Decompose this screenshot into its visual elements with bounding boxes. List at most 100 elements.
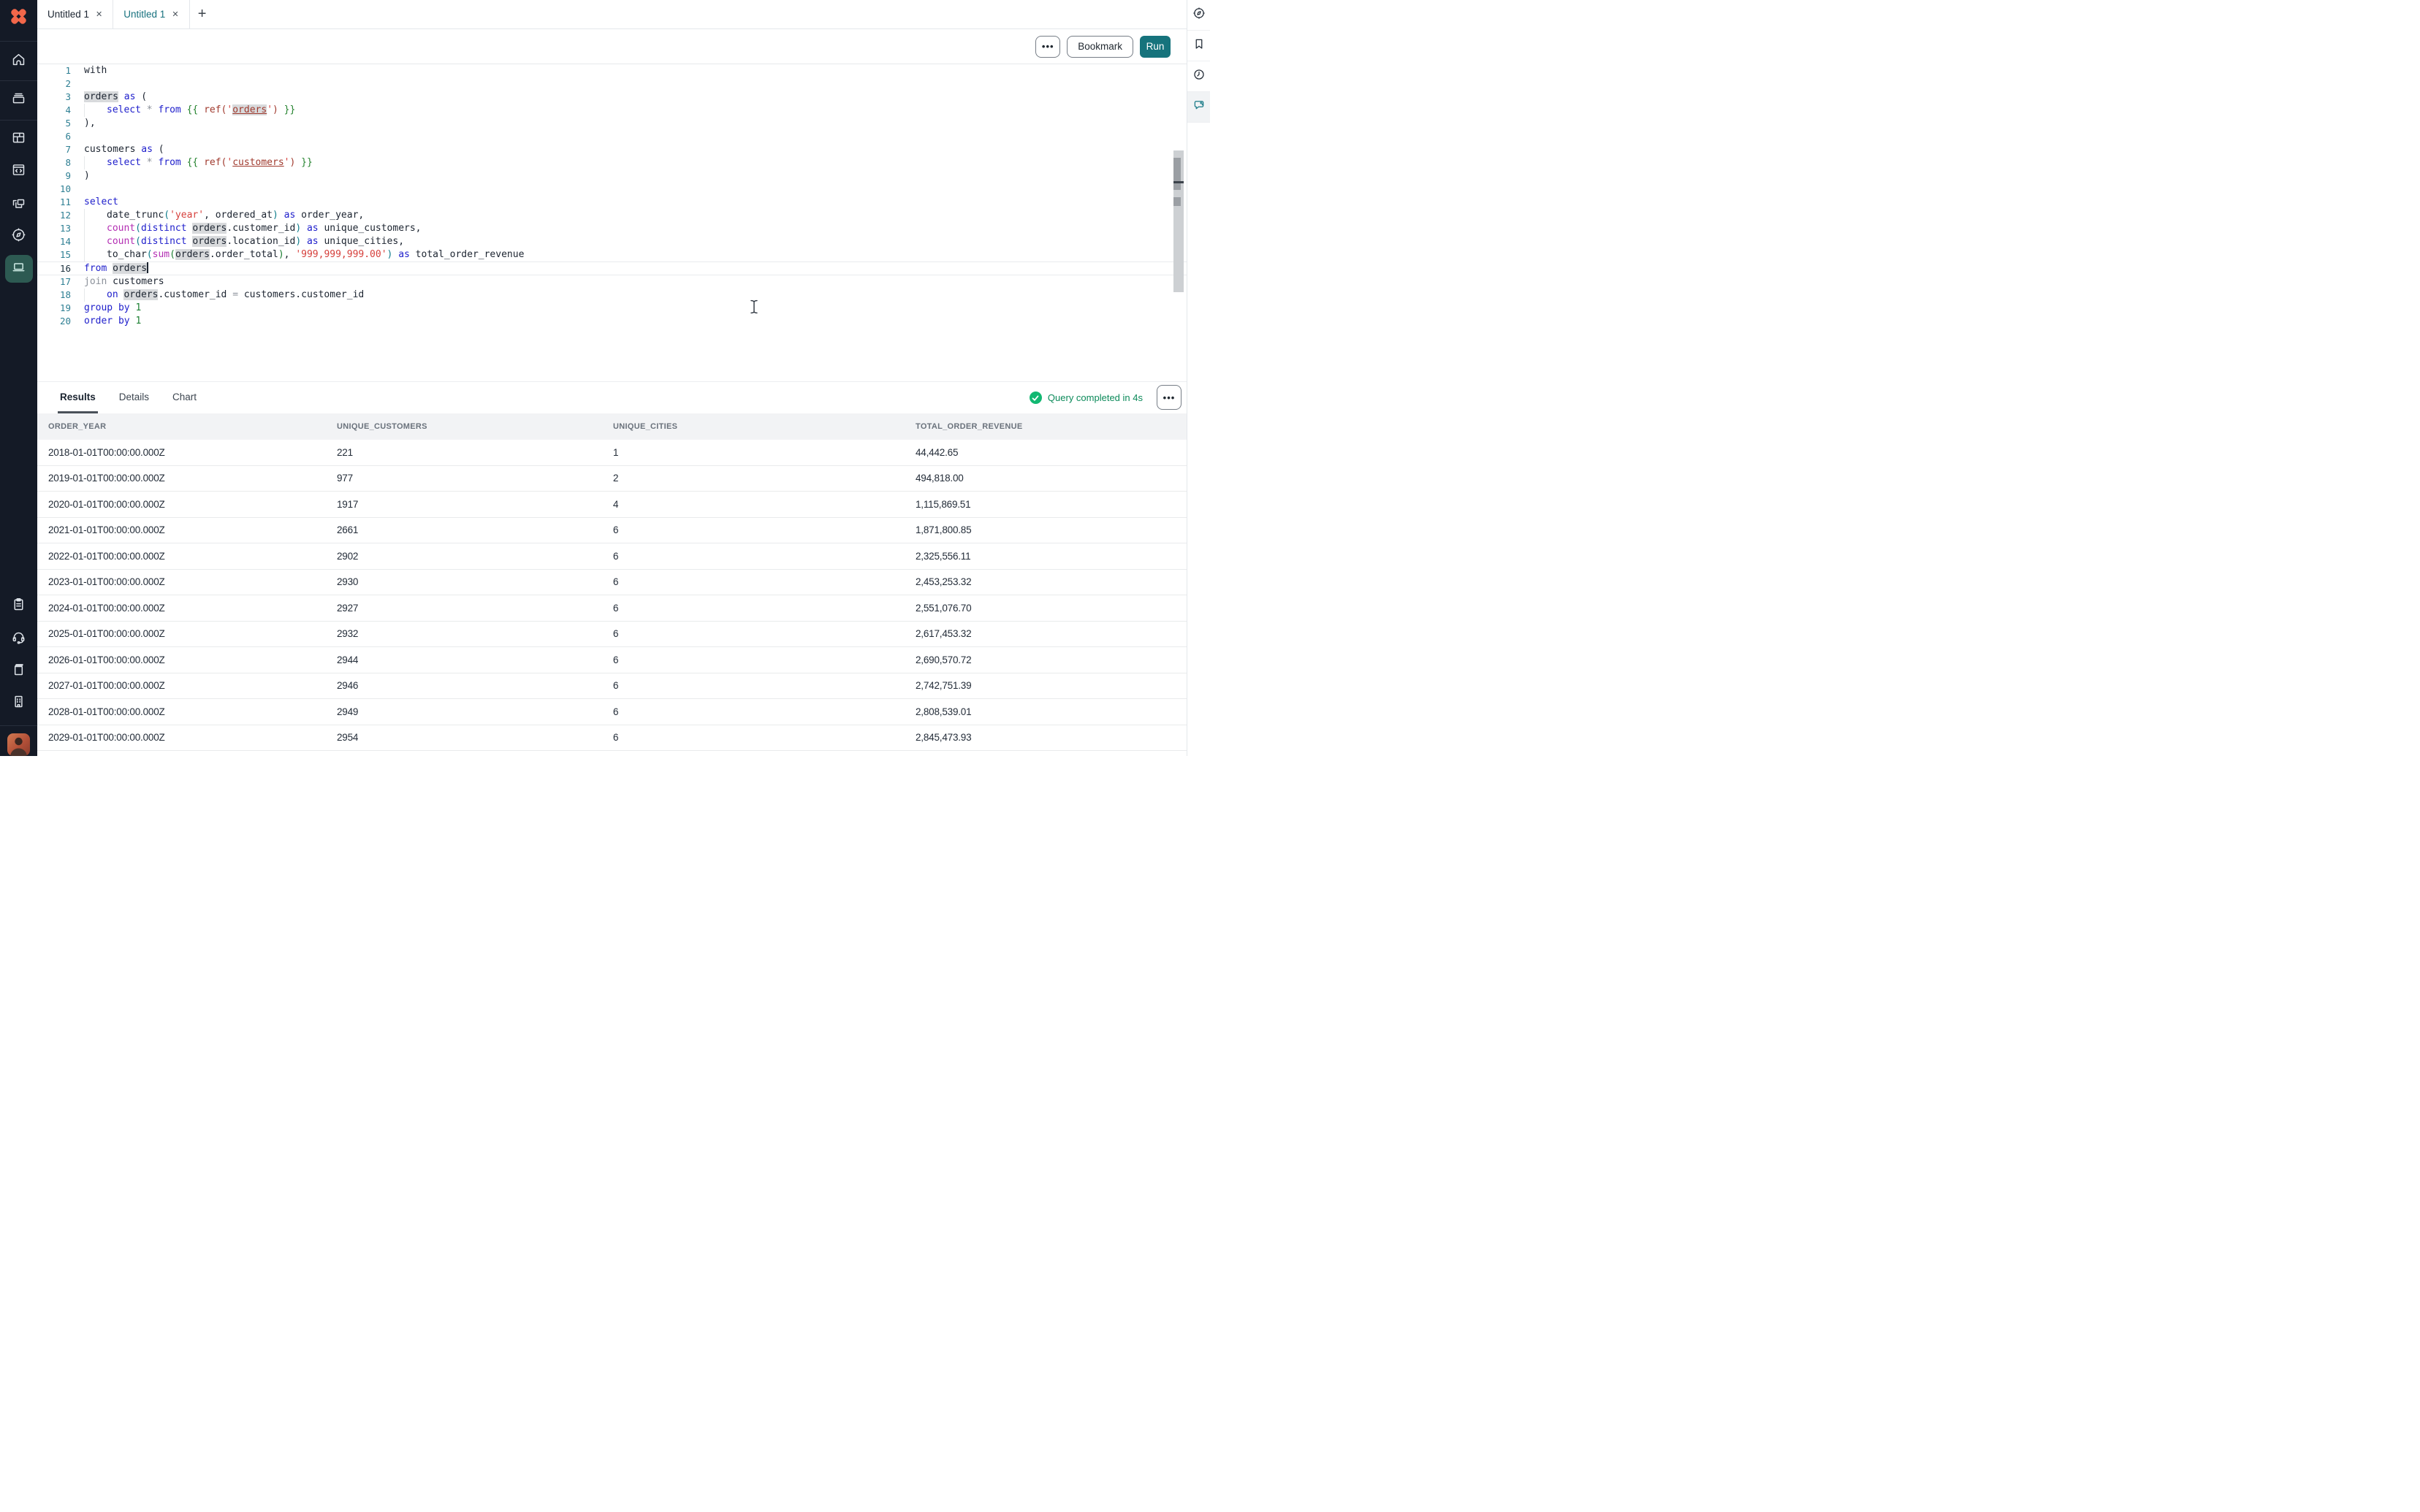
more-options-button[interactable]: ••• (1035, 36, 1060, 58)
text-caret (147, 262, 148, 273)
right-sidebar-item-bookmark[interactable] (1187, 31, 1210, 61)
column-header-unique_customers[interactable]: UNIQUE_CUSTOMERS (326, 422, 602, 431)
sql-editor[interactable]: 1with23orders as (4select * from {{ ref(… (37, 64, 1187, 381)
code-line-11[interactable]: 11select (37, 196, 1187, 209)
table-row[interactable]: 2024-01-01T00:00:00.000Z292762,551,076.7… (37, 595, 1187, 622)
table-cell: 2029-01-01T00:00:00.000Z (37, 732, 326, 743)
sidebar-item-compass[interactable] (5, 223, 33, 251)
line-number: 9 (37, 169, 71, 183)
paradime-x-logo-icon[interactable] (7, 5, 30, 28)
sidebar-item-building[interactable] (5, 690, 33, 717)
sidebar-item-headset[interactable] (5, 625, 33, 653)
code-line-10[interactable]: 10 (37, 183, 1187, 196)
run-button[interactable]: Run (1140, 36, 1171, 58)
scrollbar-thumb[interactable] (1173, 158, 1181, 190)
right-sidebar-item-assistant-chat[interactable] (1187, 92, 1210, 123)
code-line-9[interactable]: 9) (37, 169, 1187, 183)
scrollbar-cursor-marker (1173, 181, 1184, 183)
code-line-20[interactable]: 20order by 1 (37, 315, 1187, 328)
table-row[interactable]: 2020-01-01T00:00:00.000Z191741,115,869.5… (37, 492, 1187, 518)
line-number: 14 (37, 235, 71, 248)
right-sidebar-item-compass[interactable] (1187, 0, 1210, 31)
table-cell: 6 (602, 576, 905, 587)
close-icon[interactable]: ✕ (96, 9, 102, 19)
table-cell: 2020-01-01T00:00:00.000Z (37, 499, 326, 510)
table-row[interactable]: 2025-01-01T00:00:00.000Z293262,617,453.3… (37, 622, 1187, 648)
right-sidebar-item-history[interactable] (1187, 61, 1210, 92)
table-cell: 2026-01-01T00:00:00.000Z (37, 654, 326, 665)
table-row[interactable]: 2022-01-01T00:00:00.000Z290262,325,556.1… (37, 543, 1187, 570)
results-more-button[interactable]: ••• (1157, 385, 1182, 410)
document-tab-2[interactable]: Untitled 1 ✕ (113, 0, 189, 28)
table-cell: 2018-01-01T00:00:00.000Z (37, 447, 326, 458)
user-avatar[interactable] (7, 733, 30, 756)
code-line-3[interactable]: 3orders as ( (37, 91, 1187, 104)
code-line-7[interactable]: 7customers as ( (37, 143, 1187, 156)
table-row[interactable]: 2028-01-01T00:00:00.000Z294962,808,539.0… (37, 699, 1187, 725)
sidebar-item-code-window[interactable] (5, 158, 33, 186)
results-tab-results[interactable]: Results (58, 382, 98, 413)
code-line-4[interactable]: 4select * from {{ ref('orders') }} (37, 104, 1187, 117)
headset-icon (11, 630, 26, 649)
code-line-12[interactable]: 12date_trunc('year', ordered_at) as orde… (37, 209, 1187, 222)
code-line-16[interactable]: 16from orders (37, 261, 1187, 275)
line-number: 4 (37, 104, 71, 117)
code-line-19[interactable]: 19group by 1 (37, 302, 1187, 315)
tab-label: Untitled 1 (47, 9, 89, 20)
line-number: 18 (37, 289, 71, 302)
column-header-unique_cities[interactable]: UNIQUE_CITIES (602, 422, 905, 431)
results-tab-chart[interactable]: Chart (170, 382, 199, 413)
code-line-6[interactable]: 6 (37, 130, 1187, 143)
history-icon (1192, 68, 1206, 85)
code-line-5[interactable]: 5), (37, 117, 1187, 130)
table-row[interactable]: 2030-01-01T00:00:00.000Z287961,841,049.3… (37, 751, 1187, 757)
code-line-14[interactable]: 14count(distinct orders.location_id) as … (37, 235, 1187, 248)
table-row[interactable]: 2018-01-01T00:00:00.000Z221144,442.65 (37, 440, 1187, 466)
table-row[interactable]: 2019-01-01T00:00:00.000Z9772494,818.00 (37, 466, 1187, 492)
code-line-18[interactable]: 18on orders.customer_id = customers.cust… (37, 289, 1187, 302)
code-line-2[interactable]: 2 (37, 77, 1187, 91)
column-header-total_order_revenue[interactable]: TOTAL_ORDER_REVENUE (905, 422, 1187, 431)
table-row[interactable]: 2023-01-01T00:00:00.000Z293062,453,253.3… (37, 570, 1187, 596)
table-cell: 221 (326, 447, 602, 458)
table-cell: 2,690,570.72 (905, 654, 1187, 665)
sidebar-item-home[interactable] (5, 47, 33, 75)
sidebar-item-windows[interactable] (5, 192, 33, 220)
table-cell: 2019-01-01T00:00:00.000Z (37, 473, 326, 484)
table-cell: 2661 (326, 524, 602, 535)
home-icon (11, 52, 26, 71)
tab-label: Untitled 1 (123, 9, 165, 20)
table-row[interactable]: 2029-01-01T00:00:00.000Z295462,845,473.9… (37, 725, 1187, 752)
code-line-17[interactable]: 17join customers (37, 275, 1187, 289)
sidebar-item-dashboard[interactable] (5, 126, 33, 153)
table-row[interactable]: 2027-01-01T00:00:00.000Z294662,742,751.3… (37, 673, 1187, 700)
table-cell: 1,871,800.85 (905, 524, 1187, 535)
code-line-8[interactable]: 8select * from {{ ref('customers') }} (37, 156, 1187, 169)
editor-scrollbar[interactable] (1173, 150, 1184, 292)
bookmark-button[interactable]: Bookmark (1067, 36, 1133, 58)
code-line-1[interactable]: 1with (37, 64, 1187, 77)
results-tab-details[interactable]: Details (117, 382, 151, 413)
code-line-13[interactable]: 13count(distinct orders.customer_id) as … (37, 222, 1187, 235)
sidebar-item-archive[interactable] (5, 86, 33, 114)
table-cell: 2025-01-01T00:00:00.000Z (37, 628, 326, 639)
sidebar-item-clipboard[interactable] (5, 592, 33, 620)
new-tab-button[interactable]: + (190, 0, 215, 28)
code-line-15[interactable]: 15to_char(sum(orders.order_total), '999,… (37, 248, 1187, 261)
table-row[interactable]: 2026-01-01T00:00:00.000Z294462,690,570.7… (37, 647, 1187, 673)
column-header-order_year[interactable]: ORDER_YEAR (37, 422, 326, 431)
scrollbar-marker (1173, 197, 1181, 206)
sidebar-item-laptop[interactable] (5, 255, 33, 283)
table-cell: 44,442.65 (905, 447, 1187, 458)
table-cell: 2902 (326, 551, 602, 562)
sidebar-item-book[interactable] (5, 657, 33, 685)
results-panel: ResultsDetailsChart Query completed in 4… (37, 381, 1187, 757)
table-cell: 2023-01-01T00:00:00.000Z (37, 576, 326, 587)
indent-guide (84, 156, 107, 169)
table-row[interactable]: 2021-01-01T00:00:00.000Z266161,871,800.8… (37, 518, 1187, 544)
assistant-chat-icon (1192, 99, 1206, 115)
table-cell: 2954 (326, 732, 602, 743)
document-tab-1[interactable]: Untitled 1 ✕ (37, 0, 113, 28)
table-cell: 2,742,751.39 (905, 680, 1187, 691)
close-icon[interactable]: ✕ (172, 9, 178, 19)
